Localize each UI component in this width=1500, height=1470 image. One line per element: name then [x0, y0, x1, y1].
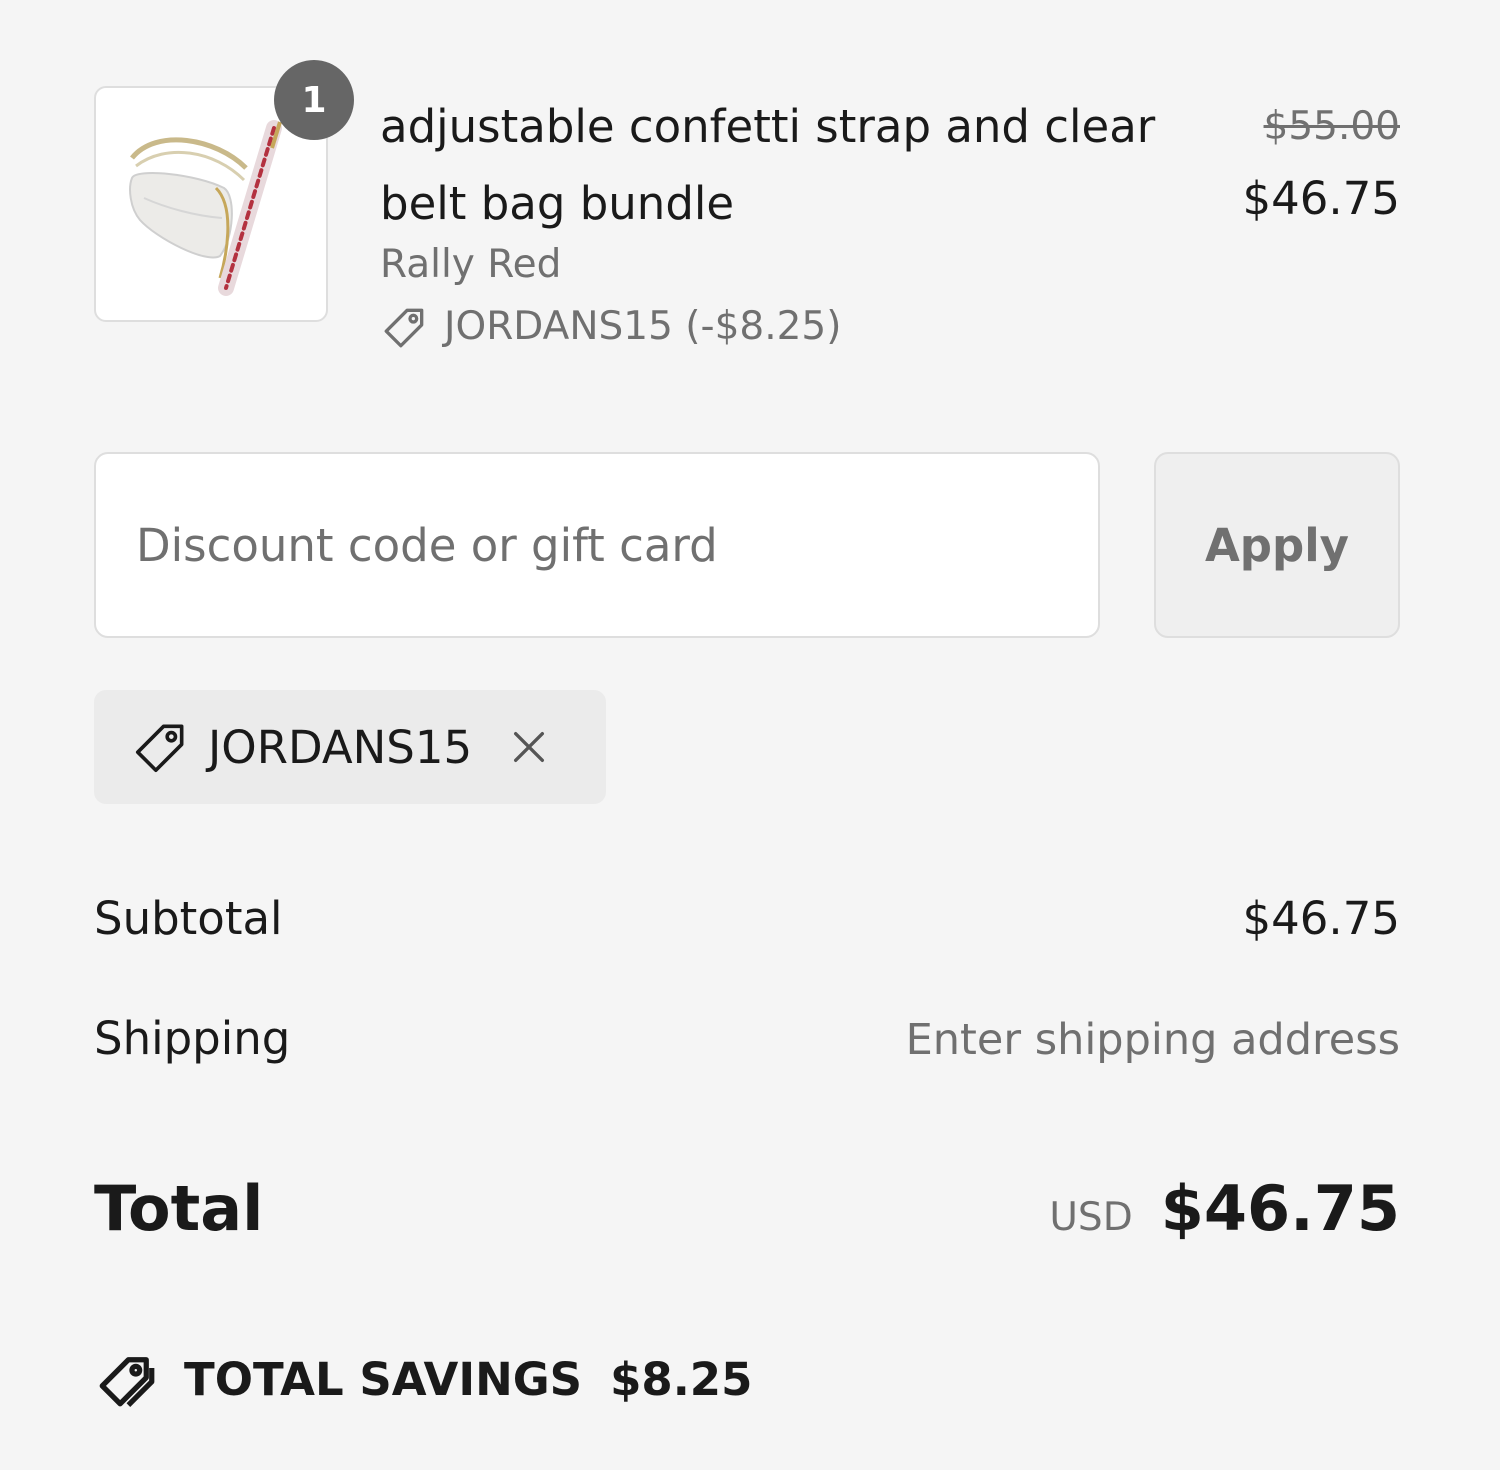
discount-code-input[interactable] — [94, 452, 1100, 638]
quantity-badge: 1 — [274, 60, 354, 140]
price-current: $46.75 — [1242, 172, 1400, 225]
shipping-value: Enter shipping address — [905, 1015, 1400, 1065]
total-savings: TOTAL SAVINGS $8.25 — [94, 1346, 752, 1412]
item-prices: $55.00 $46.75 — [1243, 98, 1400, 228]
apply-button[interactable]: Apply — [1154, 452, 1400, 638]
total-value-wrap: USD $46.75 — [1049, 1172, 1400, 1245]
order-summary: 1 adjustable confetti strap and clear be… — [94, 0, 1400, 1470]
subtotal-label: Subtotal — [94, 892, 283, 945]
savings-tag-icon — [94, 1346, 160, 1412]
item-discount-label: JORDANS15 (-$8.25) — [444, 304, 842, 349]
subtotal-value: $46.75 — [1242, 892, 1400, 945]
total-row: Total USD $46.75 — [94, 1172, 1400, 1245]
applied-discount-chip: JORDANS15 — [94, 690, 606, 804]
shipping-row: Shipping Enter shipping address — [94, 1012, 1400, 1065]
close-icon[interactable] — [506, 724, 552, 770]
line-item: 1 adjustable confetti strap and clear be… — [94, 60, 1400, 386]
tag-icon — [380, 302, 430, 352]
product-thumbnail-wrap: 1 — [94, 60, 354, 322]
shipping-label: Shipping — [94, 1012, 291, 1065]
item-discount: JORDANS15 (-$8.25) — [380, 302, 1180, 352]
applied-code-label: JORDANS15 — [208, 720, 473, 774]
tag-icon — [130, 716, 192, 778]
savings-label: TOTAL SAVINGS — [184, 1352, 583, 1406]
price-original: $55.00 — [1263, 104, 1400, 149]
subtotal-row: Subtotal $46.75 — [94, 892, 1400, 945]
total-label: Total — [94, 1172, 264, 1245]
item-info: adjustable confetti strap and clear belt… — [380, 86, 1180, 352]
item-title: adjustable confetti strap and clear belt… — [380, 100, 1156, 230]
item-variant: Rally Red — [380, 242, 562, 287]
savings-amount: $8.25 — [610, 1352, 753, 1406]
total-amount: $46.75 — [1160, 1172, 1400, 1245]
total-currency: USD — [1049, 1195, 1133, 1240]
